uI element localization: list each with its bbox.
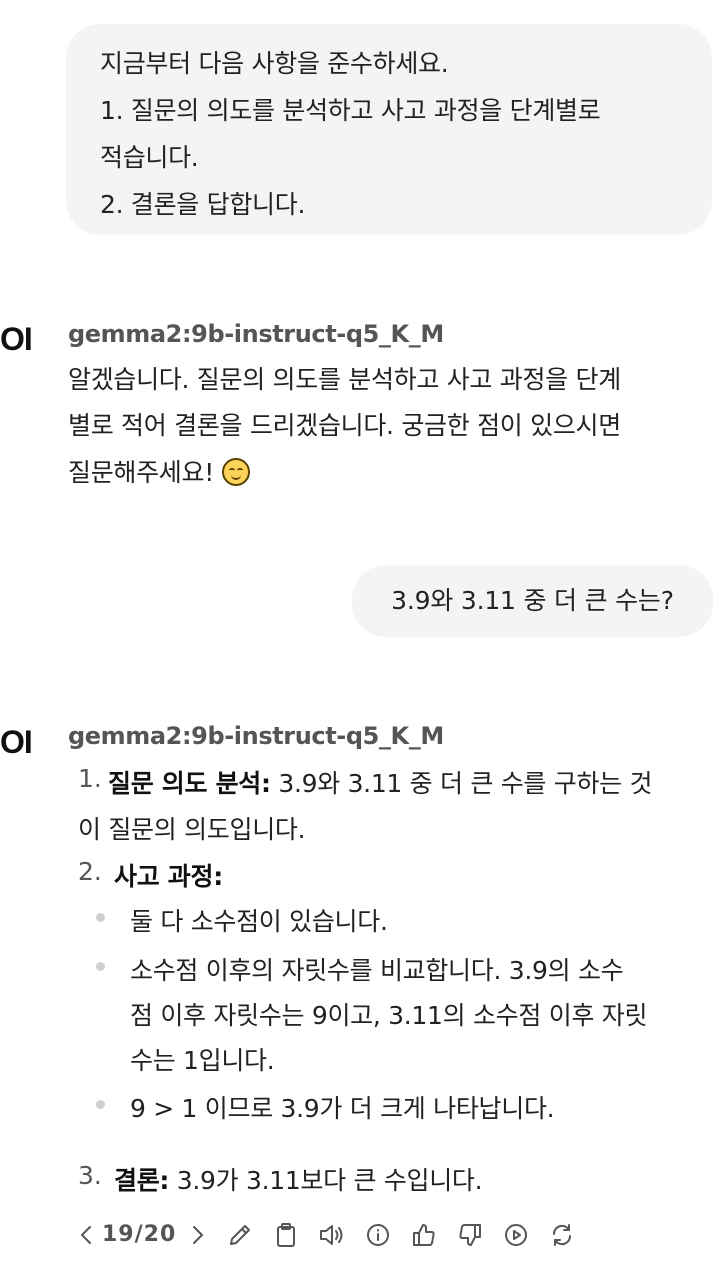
message-line: 2. 결론을 답합니다. [100, 190, 306, 219]
pencil-icon[interactable] [224, 1213, 256, 1257]
info-icon[interactable] [362, 1213, 394, 1257]
clipboard-icon[interactable] [270, 1213, 302, 1257]
thumbs-up-icon[interactable] [408, 1213, 440, 1257]
message-action-toolbar: 19/20 [74, 1213, 594, 1257]
list-number: 3. [78, 1161, 102, 1190]
list-item-continuation: 이 질문의 의도입니다. [78, 815, 306, 844]
list-item: 결론: 3.9가 3.11보다 큰 수입니다. [114, 1161, 483, 1197]
response-text: 질문해주세요! [68, 458, 214, 487]
list-item: 사고 과정: [114, 857, 223, 893]
list-item-text: 3.9가 3.11보다 큰 수입니다. [169, 1166, 483, 1195]
bullet-text-continuation: 수는 1입니다. [130, 1046, 275, 1075]
response-line: 별로 적어 결론을 드리겠습니다. 궁금한 점이 있으시면 [68, 411, 621, 440]
assistant-avatar: OI [0, 321, 33, 357]
list-item-text: 3.9와 3.11 중 더 큰 수를 구하는 것 [270, 769, 653, 798]
speaker-icon[interactable] [316, 1213, 348, 1257]
user-message-bubble: 지금부터 다음 사항을 준수하세요. 1. 질문의 의도를 분석하고 사고 과정… [66, 24, 712, 235]
regenerate-icon[interactable] [546, 1213, 578, 1257]
bullet-dot [96, 913, 105, 922]
response-page-indicator: 19/20 [102, 1222, 177, 1247]
smiling-face-emoji-icon [221, 458, 250, 486]
chevron-left-icon[interactable] [74, 1213, 98, 1257]
list-item-label: 질문 의도 분석: [108, 769, 271, 798]
bullet-text-continuation: 점 이후 자릿수는 9이고, 3.11의 소수점 이후 자릿 [130, 1001, 648, 1030]
thumbs-down-icon[interactable] [454, 1213, 486, 1257]
list-item-label: 결론: [114, 1166, 170, 1195]
assistant-avatar: OI [0, 724, 33, 760]
message-line: 1. 질문의 의도를 분석하고 사고 과정을 단계별로 [100, 96, 601, 125]
bullet-text: 9 > 1 이므로 3.9가 더 크게 나타납니다. [130, 1094, 555, 1123]
play-icon[interactable] [500, 1213, 532, 1257]
list-item: 질문 의도 분석: 3.9와 3.11 중 더 큰 수를 구하는 것 [108, 764, 653, 800]
message-line: 지금부터 다음 사항을 준수하세요. [100, 49, 449, 78]
bullet-text: 둘 다 소수점이 있습니다. [130, 907, 388, 936]
response-line-with-emoji: 질문해주세요! [68, 453, 250, 489]
chevron-right-icon[interactable] [186, 1213, 210, 1257]
message-line: 적습니다. [100, 143, 199, 172]
list-number: 2. [78, 857, 102, 886]
bullet-text: 소수점 이후의 자릿수를 비교합니다. 3.9의 소수 [130, 956, 624, 985]
bullet-dot [96, 962, 105, 971]
user-message-bubble: 3.9와 3.11 중 더 큰 수는? [352, 565, 713, 637]
model-name: gemma2:9b-instruct-q5_K_M [68, 722, 444, 750]
model-name: gemma2:9b-instruct-q5_K_M [68, 320, 444, 348]
list-item-label: 사고 과정: [114, 862, 223, 891]
list-number: 1. [78, 764, 102, 793]
response-line: 알겠습니다. 질문의 의도를 분석하고 사고 과정을 단계 [68, 365, 621, 394]
bullet-dot [96, 1100, 105, 1109]
